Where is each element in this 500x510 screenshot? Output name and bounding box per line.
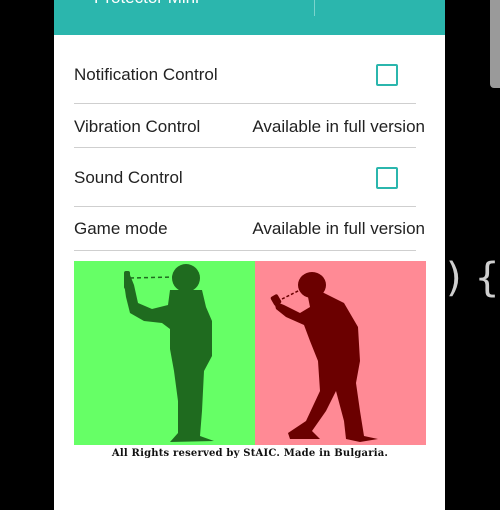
setting-label-sound: Sound Control <box>74 168 183 187</box>
background-partial-text: ) { <box>446 255 500 301</box>
copyright-caption: All Rights reserved by StAIC. Made in Bu… <box>111 448 389 459</box>
setting-row-notification[interactable]: Notification Control <box>74 50 416 100</box>
good-posture-panel <box>74 261 255 445</box>
left-background <box>0 0 54 510</box>
setting-row-vibration[interactable]: Vibration Control Available in full vers… <box>74 102 425 152</box>
posture-illustration <box>74 261 426 445</box>
setting-row-game-mode[interactable]: Game mode Available in full version <box>74 204 425 254</box>
app-title: Protector Mini <box>94 0 199 8</box>
setting-value-vibration: Available in full version <box>252 117 425 136</box>
toolbar-divider <box>314 0 315 16</box>
divider <box>74 250 416 251</box>
app-screen: Protector Mini Notification Control Vibr… <box>54 0 445 510</box>
setting-row-sound[interactable]: Sound Control <box>74 153 416 203</box>
app-toolbar: Protector Mini <box>54 0 445 35</box>
setting-label-game-mode: Game mode <box>74 219 168 238</box>
divider <box>74 147 416 148</box>
sound-checkbox[interactable] <box>376 167 398 189</box>
setting-value-game-mode: Available in full version <box>252 219 425 238</box>
setting-label-notification: Notification Control <box>74 65 218 84</box>
scrollbar-thumb[interactable] <box>490 0 500 88</box>
notification-checkbox[interactable] <box>376 64 398 86</box>
setting-label-vibration: Vibration Control <box>74 117 201 136</box>
